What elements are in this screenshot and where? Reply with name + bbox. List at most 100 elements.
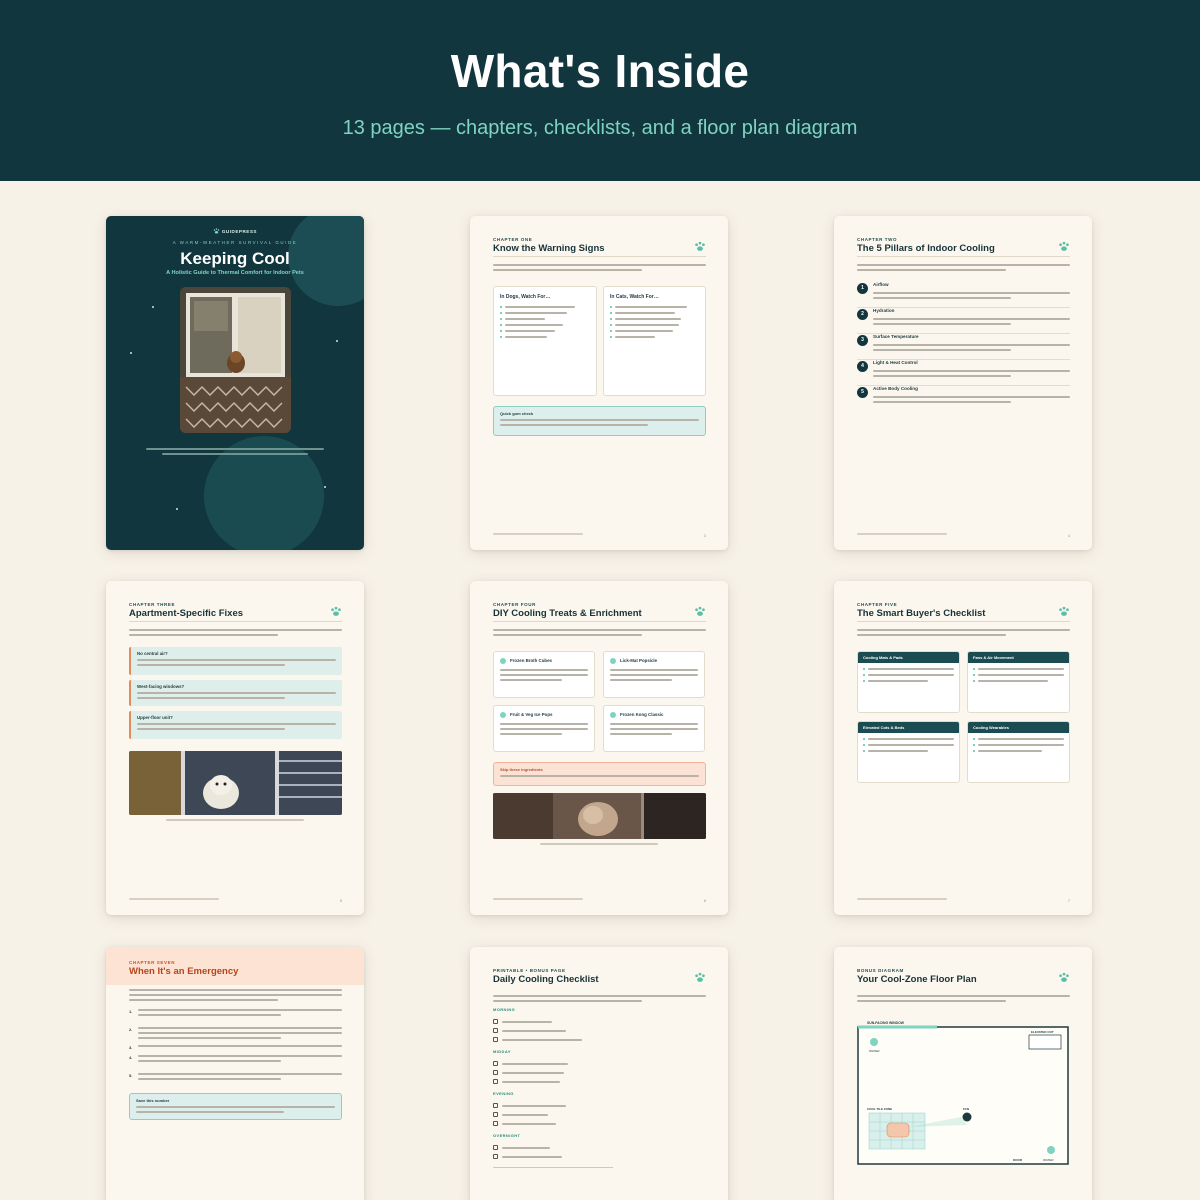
chapter-title: Your Cool-Zone Floor Plan xyxy=(857,974,977,985)
category-card: Fans & Air Movement xyxy=(967,651,1070,713)
pillar-number: 4 xyxy=(857,361,868,372)
chapter-title: The Smart Buyer's Checklist xyxy=(857,608,986,619)
page-thumb-five-pillars[interactable]: CHAPTER TWO The 5 Pillars of Indoor Cool… xyxy=(834,216,1092,550)
section-heading: OVERNIGHT xyxy=(493,1133,521,1138)
dogs-signs-card: In Dogs, Watch For… xyxy=(493,286,597,396)
checklist-item[interactable] xyxy=(493,1121,673,1126)
category-heading: Fans & Air Movement xyxy=(968,652,1069,663)
emergency-header: CHAPTER SEVEN When It's an Emergency xyxy=(106,947,364,985)
treat-name: Lick-Mat Popsicle xyxy=(620,658,658,663)
checkbox[interactable] xyxy=(493,1028,498,1033)
tip-callout: Quick gum check xyxy=(493,406,706,436)
signature-line xyxy=(493,1167,613,1168)
checkbox[interactable] xyxy=(493,1079,498,1084)
paw-icon xyxy=(1059,241,1069,251)
page-number: 3 xyxy=(704,534,706,538)
page-footer xyxy=(857,898,947,903)
plan-label-zone: COOL TILE ZONE xyxy=(867,1107,892,1111)
checklist-item[interactable] xyxy=(493,1079,673,1084)
checkbox[interactable] xyxy=(493,1154,498,1159)
checklist-item[interactable] xyxy=(493,1028,673,1033)
page-thumb-buyers-checklist[interactable]: CHAPTER FIVE The Smart Buyer's Checklist… xyxy=(834,581,1092,915)
tip-label: Quick gum check xyxy=(500,411,534,416)
page-thumb-daily-checklist[interactable]: PRINTABLE • BONUS PAGE Daily Cooling Che… xyxy=(470,947,728,1200)
page-thumb-diy-treats[interactable]: CHAPTER FOUR DIY Cooling Treats & Enrich… xyxy=(470,581,728,915)
pillar-item: 1 Airflow xyxy=(857,282,1070,308)
intro-text xyxy=(129,629,342,639)
fan-icon xyxy=(962,1112,972,1122)
checkbox[interactable] xyxy=(493,1070,498,1075)
pillar-item: 5 Active Body Cooling xyxy=(857,386,1070,412)
treat-icon xyxy=(610,712,616,718)
checkbox[interactable] xyxy=(493,1103,498,1108)
checkbox[interactable] xyxy=(493,1019,498,1024)
chapter-title: DIY Cooling Treats & Enrichment xyxy=(493,608,642,619)
page-thumb-cover[interactable]: GUIDEPRESS A WARM-WEATHER SURVIVAL GUIDE… xyxy=(106,216,364,550)
cover-photo-dog-window xyxy=(180,287,291,433)
category-card: Cooling Mats & Pads xyxy=(857,651,960,713)
page-footer xyxy=(493,898,583,903)
note-heading: West-facing windows? xyxy=(137,684,185,689)
checkbox[interactable] xyxy=(493,1061,498,1066)
cover-brand: GUIDEPRESS xyxy=(106,228,364,234)
paw-icon xyxy=(695,241,705,251)
step-number: 5. xyxy=(129,1073,133,1078)
paw-icon xyxy=(1059,606,1069,616)
checklist-item[interactable] xyxy=(493,1112,673,1117)
checklist-item[interactable] xyxy=(493,1061,673,1066)
cool-tile-zone xyxy=(868,1112,926,1150)
pillar-item: 3 Surface Temperature xyxy=(857,334,1070,360)
page-thumb-floor-plan[interactable]: BONUS DIAGRAM Your Cool-Zone Floor Plan … xyxy=(834,947,1092,1200)
checkbox[interactable] xyxy=(493,1145,498,1150)
page-number: 4 xyxy=(1068,534,1070,538)
chapter-title: Apartment-Specific Fixes xyxy=(129,608,244,619)
page-thumb-apartment-fixes[interactable]: CHAPTER THREE Apartment-Specific Fixes N… xyxy=(106,581,364,915)
pet-bed-shape xyxy=(886,1122,910,1138)
page-number: 5 xyxy=(340,899,342,903)
water-bowl-icon xyxy=(870,1038,878,1046)
paw-icon xyxy=(695,606,705,616)
photo-caption xyxy=(540,843,658,848)
title-divider xyxy=(493,621,706,622)
title-divider xyxy=(493,256,706,257)
checkbox[interactable] xyxy=(493,1037,498,1042)
checklist-item[interactable] xyxy=(493,1145,673,1150)
checklist-item[interactable] xyxy=(493,1019,673,1024)
checkbox[interactable] xyxy=(493,1121,498,1126)
paw-icon xyxy=(213,228,220,234)
treat-icon xyxy=(610,658,616,664)
step-number: 4. xyxy=(129,1055,133,1060)
dog-at-window-photo xyxy=(493,793,706,839)
pillar-name: Hydration xyxy=(873,308,895,313)
category-heading: Elevated Cots & Beds xyxy=(858,722,959,733)
section-heading: MORNING xyxy=(493,1007,516,1012)
star-dot xyxy=(130,352,132,354)
water-bowl-icon xyxy=(1047,1146,1055,1154)
page-thumb-warning-signs[interactable]: CHAPTER ONE Know the Warning Signs In Do… xyxy=(470,216,728,550)
chapter-eyebrow: PRINTABLE • BONUS PAGE xyxy=(493,968,566,973)
pillar-name: Light & Heat Control xyxy=(873,360,918,365)
checklist-item[interactable] xyxy=(493,1037,673,1042)
warning-label: Skip these ingredients xyxy=(500,767,543,772)
warning-callout: Skip these ingredients xyxy=(493,762,706,786)
treat-icon xyxy=(500,658,506,664)
title-divider xyxy=(129,621,342,622)
page-footer xyxy=(493,533,583,538)
page-number: 6 xyxy=(704,899,706,903)
header-banner: What's Inside 13 pages — chapters, check… xyxy=(0,0,1200,181)
checklist-item[interactable] xyxy=(493,1070,673,1075)
paw-icon xyxy=(695,972,705,982)
pillar-number: 5 xyxy=(857,387,868,398)
plan-label-door: DOOR xyxy=(1013,1158,1023,1162)
pillar-name: Active Body Cooling xyxy=(873,386,918,391)
chapter-title: When It's an Emergency xyxy=(129,966,239,977)
save-number-callout: Save this number xyxy=(129,1093,342,1120)
page-thumb-emergency[interactable]: CHAPTER SEVEN When It's an Emergency 1. … xyxy=(106,947,364,1200)
pillar-number: 3 xyxy=(857,335,868,346)
checkbox[interactable] xyxy=(493,1112,498,1117)
checklist-item[interactable] xyxy=(493,1103,673,1108)
treat-card: Frozen Broth Cubes xyxy=(493,651,595,698)
category-card: Elevated Cots & Beds xyxy=(857,721,960,783)
checklist-item[interactable] xyxy=(493,1154,673,1159)
cover-kicker: A WARM-WEATHER SURVIVAL GUIDE xyxy=(172,240,298,245)
